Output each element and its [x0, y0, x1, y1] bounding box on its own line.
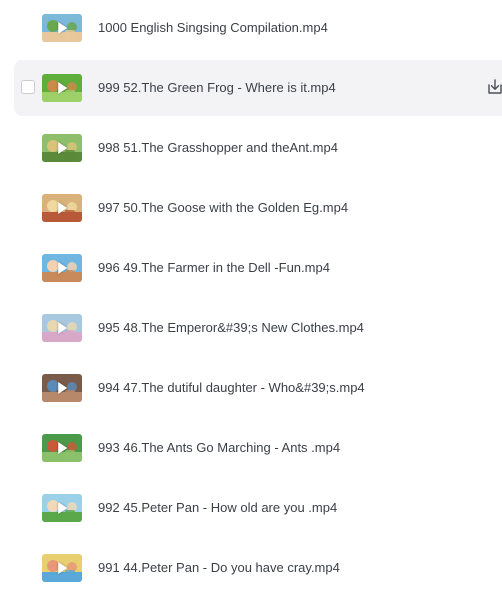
- play-icon: [58, 562, 68, 574]
- file-name: 995 48.The Emperor&#39;s New Clothes.mp4: [98, 320, 364, 335]
- video-thumbnail: [42, 194, 82, 222]
- play-icon: [58, 442, 68, 454]
- file-row[interactable]: 995 48.The Emperor&#39;s New Clothes.mp4: [14, 300, 502, 356]
- video-thumbnail: [42, 74, 82, 102]
- file-name: 996 49.The Farmer in the Dell -Fun.mp4: [98, 260, 330, 275]
- file-name: 994 47.The dutiful daughter - Who&#39;s.…: [98, 380, 365, 395]
- play-icon: [58, 262, 68, 274]
- file-name: 993 46.The Ants Go Marching - Ants .mp4: [98, 440, 341, 455]
- play-icon: [58, 202, 68, 214]
- file-row[interactable]: 991 44.Peter Pan - Do you have cray.mp4: [14, 540, 502, 596]
- play-icon: [58, 382, 68, 394]
- video-thumbnail: [42, 494, 82, 522]
- video-thumbnail: [42, 134, 82, 162]
- file-row[interactable]: 992 45.Peter Pan - How old are you .mp4: [14, 480, 502, 536]
- file-row[interactable]: 994 47.The dutiful daughter - Who&#39;s.…: [14, 360, 502, 416]
- play-icon: [58, 322, 68, 334]
- row-checkbox[interactable]: [21, 80, 35, 94]
- video-thumbnail: [42, 14, 82, 42]
- file-row[interactable]: 996 49.The Farmer in the Dell -Fun.mp4: [14, 240, 502, 296]
- file-name: 991 44.Peter Pan - Do you have cray.mp4: [98, 560, 340, 575]
- video-thumbnail: [42, 374, 82, 402]
- file-name: 992 45.Peter Pan - How old are you .mp4: [98, 500, 338, 515]
- file-name: 998 51.The Grasshopper and theAnt.mp4: [98, 140, 338, 155]
- video-thumbnail: [42, 434, 82, 462]
- video-thumbnail: [42, 314, 82, 342]
- file-name: 997 50.The Goose with the Golden Eg.mp4: [98, 200, 349, 215]
- file-name: 999 52.The Green Frog - Where is it.mp4: [98, 80, 336, 95]
- play-icon: [58, 142, 68, 154]
- video-thumbnail: [42, 554, 82, 582]
- file-name: 1000 English Singsing Compilation.mp4: [98, 20, 328, 35]
- play-icon: [58, 82, 68, 94]
- play-icon: [58, 502, 68, 514]
- play-icon: [58, 22, 68, 34]
- download-icon[interactable]: [486, 78, 502, 96]
- file-row[interactable]: 999 52.The Green Frog - Where is it.mp4: [14, 60, 502, 116]
- file-row[interactable]: 997 50.The Goose with the Golden Eg.mp4: [14, 180, 502, 236]
- file-row[interactable]: 1000 English Singsing Compilation.mp4: [14, 0, 502, 56]
- video-thumbnail: [42, 254, 82, 282]
- file-row[interactable]: 993 46.The Ants Go Marching - Ants .mp4: [14, 420, 502, 476]
- file-row[interactable]: 998 51.The Grasshopper and theAnt.mp4: [14, 120, 502, 176]
- file-list: 1000 English Singsing Compilation.mp4 999…: [0, 0, 502, 602]
